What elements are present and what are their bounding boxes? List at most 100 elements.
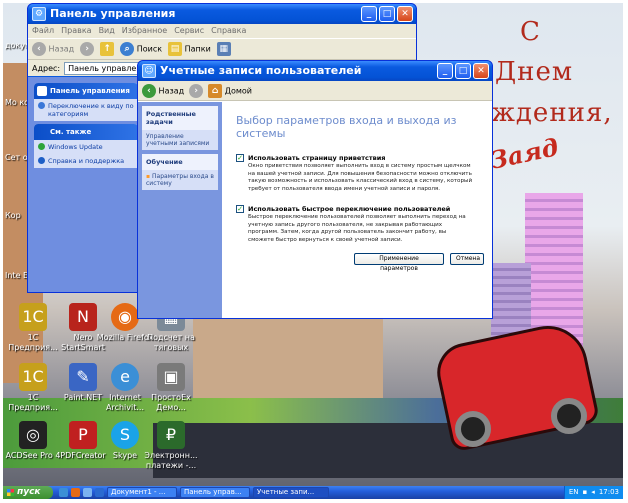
panel-header[interactable]: Панель управления	[34, 83, 138, 99]
user-accounts-icon: ☺	[142, 64, 156, 78]
welcome-screen-label[interactable]: Использовать страницу приветствия	[248, 154, 484, 162]
user-accounts-titlebar[interactable]: ☺ Учетные записи пользователей _ □ ✕	[138, 61, 492, 81]
related-tasks-title: Родственные задачи	[142, 106, 218, 130]
fast-switching-option: ✓ Использовать быстрое переключение поль…	[236, 205, 484, 244]
show-desktop-icon[interactable]	[83, 488, 92, 497]
pdfcreator-icon: P	[69, 421, 97, 449]
greeting-line: ждения,	[491, 98, 613, 128]
paintnet-icon: ✎	[69, 363, 97, 391]
greeting-line: Днем	[495, 57, 574, 87]
switch-view-link[interactable]: Переключение к виду по категориям	[34, 99, 138, 121]
desktop-label[interactable]: Кор	[5, 211, 21, 220]
1c-icon: 1С	[19, 303, 47, 331]
network-icon[interactable]: ▪	[583, 486, 588, 499]
page-title: Выбор параметров входа и выхода из систе…	[236, 114, 457, 140]
volume-icon[interactable]: ◂	[591, 486, 595, 499]
desktop-icon-demo[interactable]: ▣ ПростоЕх Демо...	[141, 363, 201, 413]
clock[interactable]: 17:03	[599, 486, 619, 499]
learn-about: Обучение ▪ Параметры входа в систему	[142, 154, 218, 190]
menu-favorites[interactable]: Избранное	[122, 24, 167, 38]
up-folder-icon[interactable]: ↑	[100, 42, 115, 56]
window-title: Панель управления	[50, 7, 176, 20]
control-panel-titlebar[interactable]: ⚙ Панель управления _ □ ✕	[28, 4, 416, 24]
acdsee-icon: ◎	[19, 421, 47, 449]
payment-icon: ₽	[157, 421, 185, 449]
fast-switching-checkbox[interactable]: ✓	[236, 205, 244, 213]
help-icon	[38, 157, 45, 164]
back-button[interactable]: ‹ Назад	[32, 42, 74, 56]
ie-icon[interactable]	[59, 488, 68, 497]
forward-arrow-icon[interactable]: ›	[80, 42, 95, 56]
internet-icon: e	[111, 363, 139, 391]
control-panel-task-pane: Панель управления Переключение к виду по…	[34, 83, 138, 121]
control-panel-icon: ⚙	[32, 7, 46, 21]
see-also-header[interactable]: См. также	[34, 124, 138, 140]
firefox-icon: ◉	[111, 303, 139, 331]
menu-help[interactable]: Справка	[211, 24, 246, 38]
see-also-pane: См. также Windows Update Справка и подде…	[34, 124, 138, 168]
menu-view[interactable]: Вид	[99, 24, 115, 38]
search-icon: ⌕	[120, 42, 135, 56]
wheel	[455, 411, 491, 447]
ua-navbar: ‹ Назад › ⌂ Домой	[138, 81, 492, 101]
views-icon[interactable]: ▦	[216, 42, 231, 56]
task-document[interactable]: Документ1 - ...	[107, 487, 177, 498]
apply-button[interactable]: Применение параметров	[354, 253, 444, 272]
maximize-button[interactable]: □	[379, 6, 395, 22]
home-button[interactable]: ⌂ Домой	[208, 83, 252, 98]
fast-switching-label[interactable]: Использовать быстрое переключение пользо…	[248, 205, 484, 213]
forward-arrow-icon[interactable]: ›	[189, 83, 204, 98]
control-panel-icon	[37, 86, 47, 96]
demo-icon: ▣	[157, 363, 185, 391]
maximize-button[interactable]: □	[455, 63, 471, 79]
menu-bar: Файл Правка Вид Избранное Сервис Справка	[28, 24, 416, 38]
back-button[interactable]: ‹ Назад	[142, 83, 184, 98]
button-row: Применение параметров Отмена	[354, 253, 484, 272]
language-indicator[interactable]: EN	[569, 486, 579, 499]
welcome-screen-desc: Окно приветствия позволяет выполнить вхо…	[248, 163, 473, 192]
wheel	[551, 398, 587, 434]
word-icon[interactable]	[95, 488, 104, 497]
nero-icon: N	[69, 303, 97, 331]
related-tasks: Родственные задачи Управление учетными з…	[142, 106, 218, 150]
logon-options-link[interactable]: ▪ Параметры входа в систему	[142, 170, 218, 190]
manage-accounts-link[interactable]: Управление учетными записями	[142, 130, 218, 150]
switch-icon	[38, 102, 45, 109]
cancel-button[interactable]: Отмена	[450, 253, 484, 265]
search-button[interactable]: ⌕ Поиск	[120, 42, 162, 56]
minimize-button[interactable]: _	[437, 63, 453, 79]
help-bullet-icon: ▪	[146, 173, 151, 180]
window-title: Учетные записи пользователей	[160, 64, 362, 77]
windows-update-link[interactable]: Windows Update	[34, 140, 138, 154]
task-user-accounts[interactable]: Учетные запи...	[253, 487, 329, 498]
1c-icon: 1С	[19, 363, 47, 391]
folders-button[interactable]: ▤ Папки	[168, 42, 211, 56]
welcome-screen-option: ✓ Использовать страницу приветствия Окно…	[236, 154, 484, 193]
firefox-icon[interactable]	[71, 488, 80, 497]
signature: Заяд	[487, 132, 561, 175]
home-icon: ⌂	[208, 83, 223, 98]
toolbar: ‹ Назад › ↑ ⌕ Поиск ▤ Папки ▦	[28, 38, 416, 60]
back-arrow-icon: ‹	[32, 42, 46, 56]
menu-edit[interactable]: Правка	[61, 24, 91, 38]
minimize-button[interactable]: _	[361, 6, 377, 22]
welcome-screen-checkbox[interactable]: ✓	[236, 154, 244, 162]
start-button[interactable]: пуск	[3, 486, 53, 499]
skype-icon: S	[111, 421, 139, 449]
desktop-icon-payment[interactable]: ₽ Электронн... платежи -...	[141, 421, 201, 471]
ua-main: Выбор параметров входа и выхода из систе…	[222, 102, 492, 318]
menu-file[interactable]: Файл	[32, 24, 54, 38]
folders-icon: ▤	[168, 42, 183, 56]
close-button[interactable]: ✕	[473, 63, 489, 79]
help-support-link[interactable]: Справка и поддержка	[34, 154, 138, 168]
task-control-panel[interactable]: Панель управ...	[180, 487, 250, 498]
taskbar: пуск Документ1 - ... Панель управ... Уче…	[3, 486, 623, 499]
menu-tools[interactable]: Сервис	[174, 24, 204, 38]
windows-update-icon	[38, 143, 45, 150]
address-label: Адрес:	[32, 63, 61, 73]
greeting-line: С	[520, 17, 541, 47]
close-button[interactable]: ✕	[397, 6, 413, 22]
user-accounts-window[interactable]: ☺ Учетные записи пользователей _ □ ✕ ‹ Н…	[137, 60, 493, 319]
back-arrow-icon: ‹	[142, 83, 156, 98]
quick-launch	[59, 488, 104, 497]
